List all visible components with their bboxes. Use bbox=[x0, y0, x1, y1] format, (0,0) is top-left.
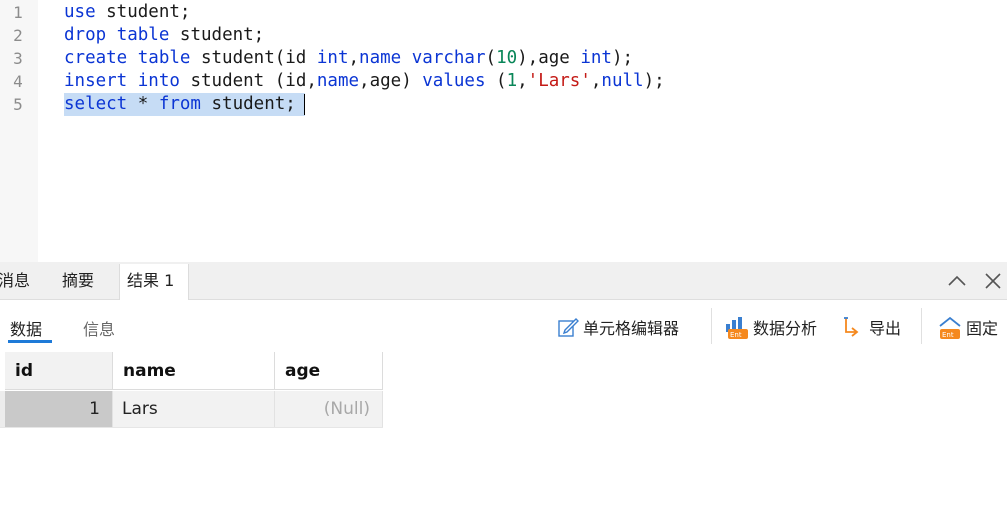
code-token: , bbox=[590, 71, 602, 91]
code-token: insert bbox=[64, 71, 128, 91]
active-tab-underline bbox=[8, 340, 52, 343]
code-token: student(id bbox=[190, 48, 317, 68]
collapse-panel-icon[interactable] bbox=[947, 271, 967, 291]
code-line[interactable]: use student; bbox=[64, 1, 190, 24]
close-panel-icon[interactable] bbox=[983, 271, 1003, 291]
line-number: 4 bbox=[13, 72, 23, 91]
result-tab-bar: 消息 摘要 结果 1 bbox=[0, 262, 1007, 300]
code-token: create bbox=[64, 48, 128, 68]
line-number: 5 bbox=[13, 95, 23, 114]
text-caret bbox=[304, 94, 305, 115]
code-token: int bbox=[316, 48, 349, 68]
code-token: use bbox=[64, 2, 96, 22]
code-token: * bbox=[127, 94, 159, 114]
code-token: student; bbox=[200, 94, 296, 114]
svg-text:Ent: Ent bbox=[730, 331, 742, 339]
svg-text:Ent: Ent bbox=[942, 331, 954, 339]
code-token: int bbox=[580, 48, 612, 68]
line-number: 1 bbox=[13, 3, 23, 22]
export-icon bbox=[844, 317, 859, 337]
tab-summary[interactable]: 摘要 bbox=[62, 262, 94, 300]
code-token: ); bbox=[643, 71, 665, 91]
code-token: name bbox=[316, 71, 360, 91]
subtab-info[interactable]: 信息 bbox=[83, 316, 115, 340]
data-analysis-icon: Ent bbox=[726, 317, 748, 339]
code-token: select bbox=[64, 94, 128, 114]
code-token: ( bbox=[485, 71, 507, 91]
sql-editor[interactable]: 1 2 3 4 5 use student; drop table studen… bbox=[0, 0, 1007, 262]
line-number: 2 bbox=[13, 26, 23, 45]
code-token: into bbox=[137, 71, 180, 91]
code-token: ); bbox=[611, 48, 634, 68]
edit-pencil-icon bbox=[558, 318, 579, 337]
export-button[interactable]: 导出 bbox=[840, 314, 901, 340]
cell-editor-button[interactable]: 单元格编辑器 bbox=[556, 314, 679, 340]
pin-label: 固定 bbox=[966, 319, 999, 338]
code-token: student (id, bbox=[179, 71, 317, 91]
tab-result-1[interactable]: 结果 1 bbox=[119, 264, 189, 300]
code-token: null bbox=[601, 71, 644, 91]
row-divider bbox=[0, 427, 383, 428]
code-token: name bbox=[359, 48, 402, 68]
code-line[interactable]: create table student(id int,name varchar… bbox=[64, 47, 633, 70]
code-token: , bbox=[348, 48, 360, 68]
tab-messages[interactable]: 消息 bbox=[0, 262, 30, 300]
pin-icon: Ent bbox=[939, 316, 961, 339]
code-token: 'Lars' bbox=[527, 71, 591, 91]
toolbar-divider bbox=[921, 308, 922, 344]
code-line[interactable]: drop table student; bbox=[64, 24, 264, 47]
line-number: 3 bbox=[13, 49, 23, 68]
table-cell-id[interactable]: 1 bbox=[5, 391, 113, 427]
code-token: table bbox=[137, 48, 191, 68]
code-token: varchar bbox=[411, 48, 486, 68]
code-token: drop bbox=[64, 25, 107, 45]
cell-editor-label: 单元格编辑器 bbox=[583, 319, 680, 338]
code-token: 10 bbox=[496, 48, 518, 68]
column-header-id[interactable]: id bbox=[5, 352, 113, 390]
code-token: student; bbox=[169, 25, 265, 45]
code-token: , bbox=[517, 71, 528, 91]
code-token: ,age) bbox=[359, 71, 423, 91]
export-label: 导出 bbox=[869, 319, 902, 338]
code-token: 1 bbox=[506, 71, 518, 91]
column-header-age[interactable]: age bbox=[275, 352, 383, 390]
code-token: ),age bbox=[517, 48, 581, 68]
code-line[interactable]: select * from student; bbox=[64, 93, 296, 116]
subtab-data[interactable]: 数据 bbox=[10, 316, 42, 340]
column-header-name[interactable]: name bbox=[113, 352, 275, 390]
pin-button[interactable]: Ent 固定 bbox=[937, 314, 998, 340]
toolbar-divider bbox=[711, 308, 712, 344]
data-analysis-label: 数据分析 bbox=[753, 319, 818, 338]
line-number-gutter: 1 2 3 4 5 bbox=[0, 0, 38, 262]
code-token: ( bbox=[485, 48, 497, 68]
table-cell-name[interactable]: Lars bbox=[113, 391, 275, 427]
data-analysis-button[interactable]: Ent 数据分析 bbox=[724, 314, 817, 340]
table-cell-age[interactable]: (Null) bbox=[275, 391, 383, 427]
code-token: student; bbox=[95, 2, 191, 22]
code-token: values bbox=[422, 71, 486, 91]
code-line[interactable]: insert into student (id,name,age) values… bbox=[64, 70, 665, 93]
code-token: from bbox=[158, 94, 201, 114]
code-token: table bbox=[116, 25, 170, 45]
